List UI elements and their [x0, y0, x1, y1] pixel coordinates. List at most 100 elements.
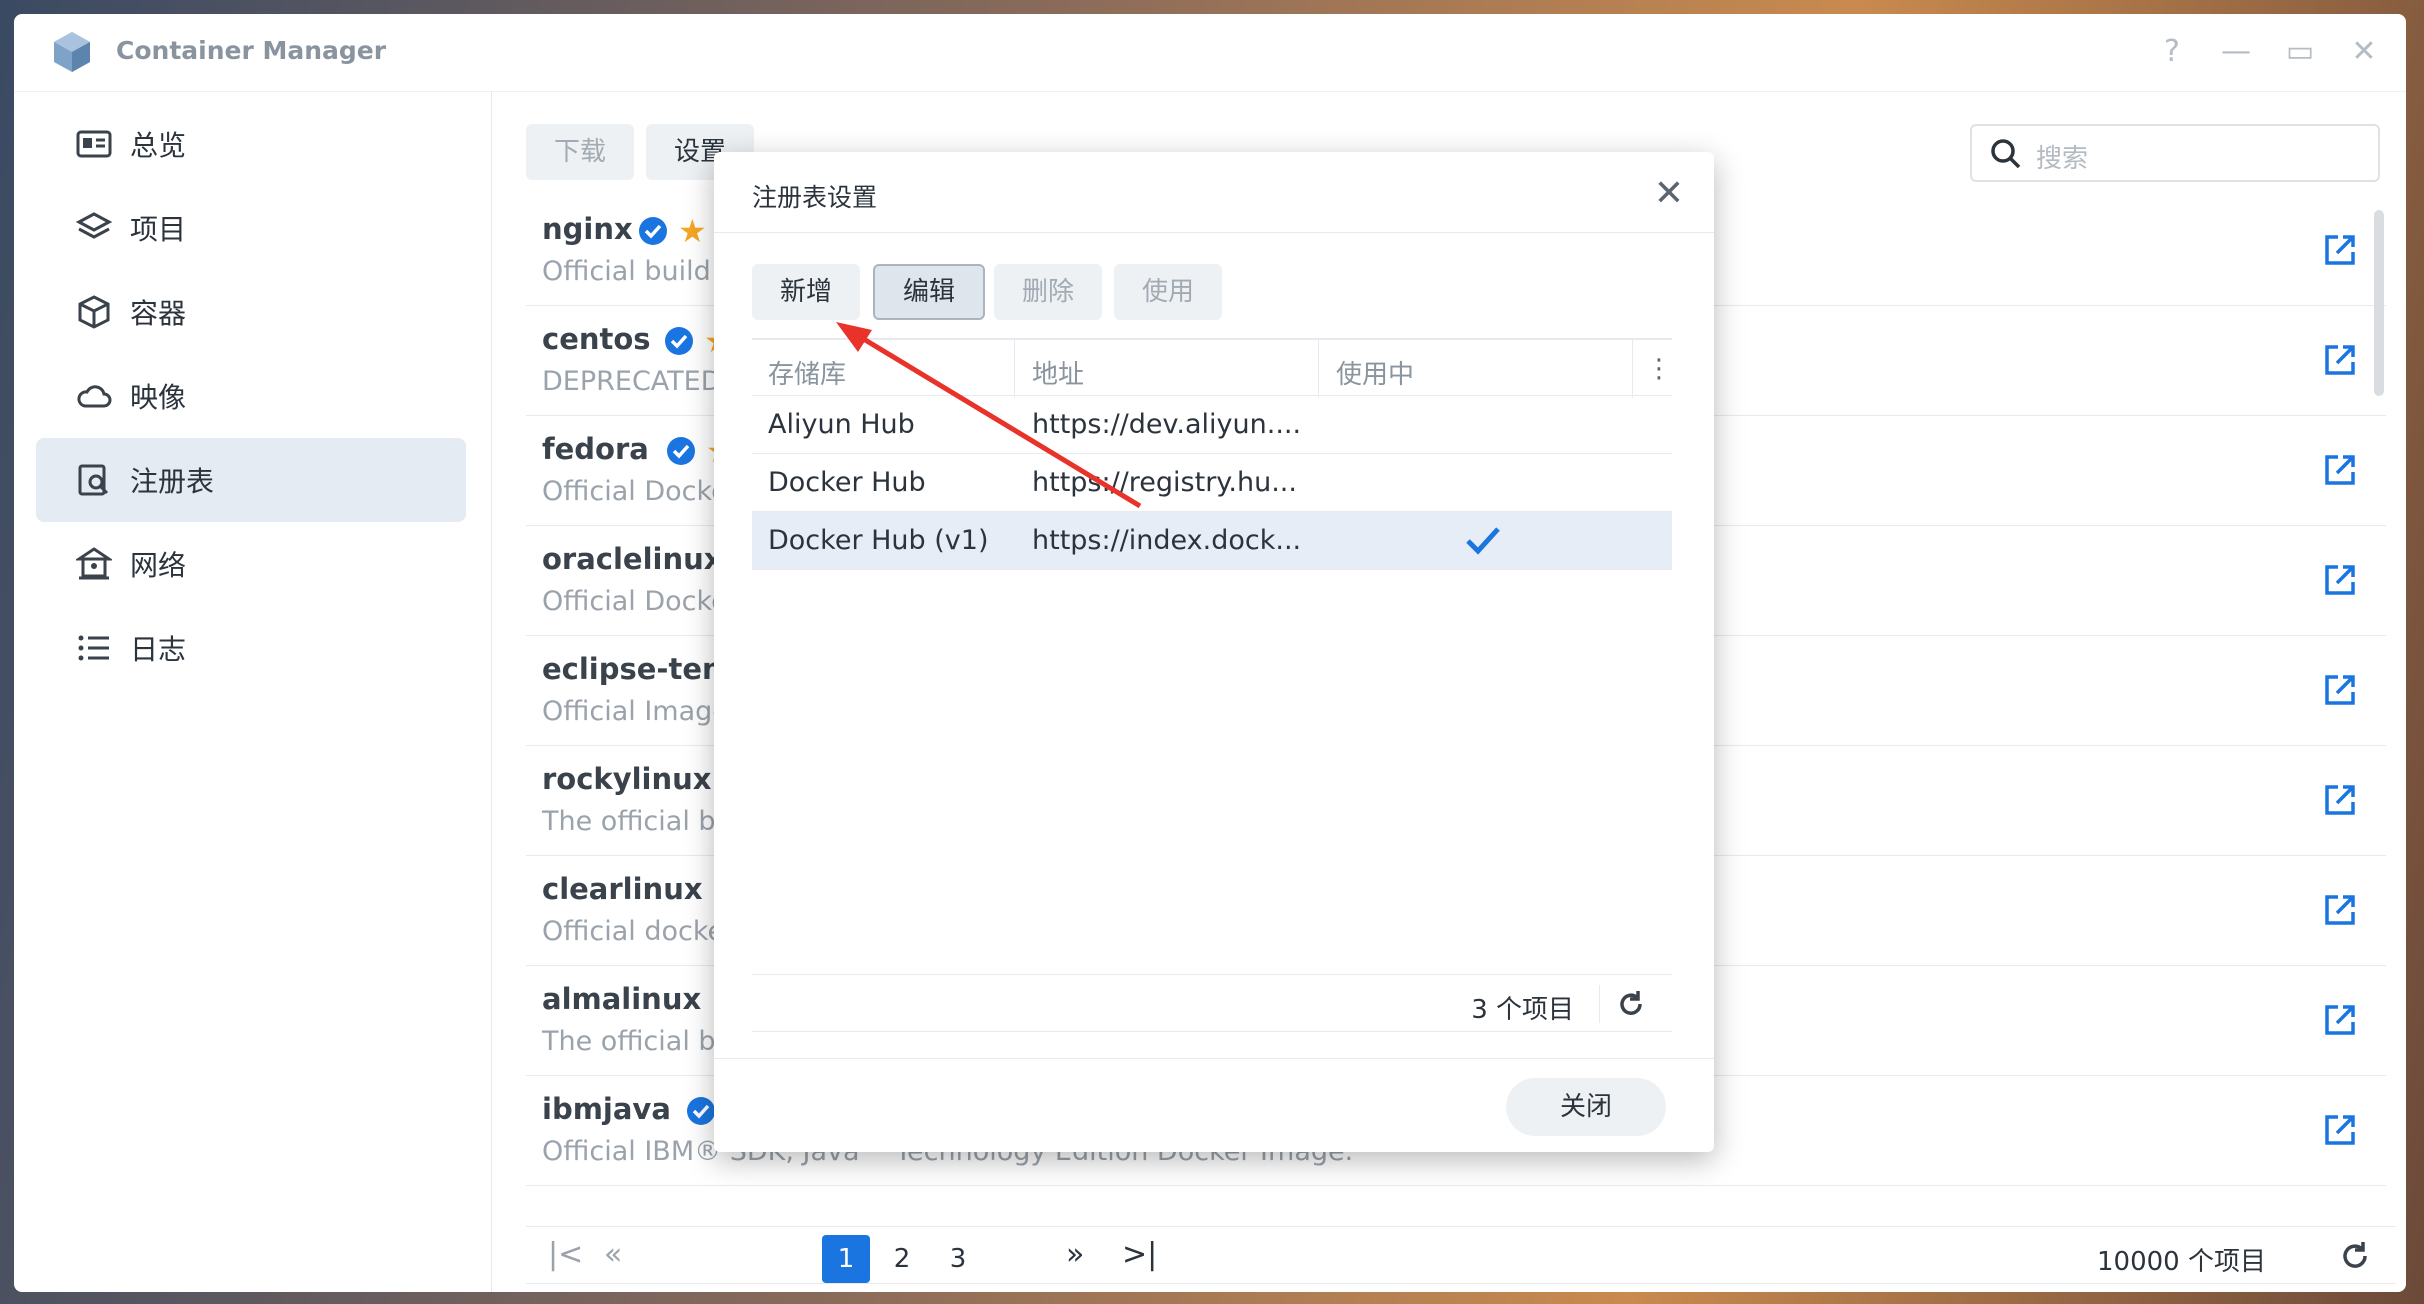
image-name: eclipse-tem [542, 652, 733, 686]
column-repo[interactable]: 存储库 [768, 354, 846, 391]
column-address[interactable]: 地址 [1032, 354, 1084, 391]
external-link-icon[interactable] [2322, 452, 2358, 488]
minimize-icon[interactable]: — [2218, 34, 2254, 70]
image-description: The official b [542, 1026, 716, 1057]
image-name: nginx [542, 212, 633, 246]
external-link-icon[interactable] [2322, 342, 2358, 378]
use-button[interactable]: 使用 [1114, 264, 1223, 320]
image-name: rockylinux [542, 762, 712, 796]
pagination: |< « 1 2 3 » >| 10000 个项目 [526, 1226, 2396, 1284]
external-link-icon[interactable] [2322, 1002, 2358, 1038]
sidebar-item-images[interactable]: 映像 [36, 354, 466, 438]
cloud-icon [77, 385, 112, 408]
search-input[interactable]: 搜索 [1970, 124, 2380, 182]
sidebar-label: 总览 [130, 129, 187, 162]
layers-icon [76, 212, 112, 239]
maximize-icon[interactable]: ▭ [2282, 34, 2318, 70]
external-link-icon[interactable] [2322, 892, 2358, 928]
next-page-icon[interactable]: » [1066, 1237, 1084, 1272]
item-count: 3 个项目 [1471, 995, 1574, 1025]
table-header: 存储库 地址 使用中 ⋮ [752, 338, 1672, 398]
image-name: clearlinux [542, 872, 703, 906]
divider [714, 232, 1714, 233]
image-description: DEPRECATED [542, 366, 722, 397]
delete-button[interactable]: 删除 [994, 264, 1103, 320]
address-cell: https://registry.hu... [1032, 467, 1297, 498]
container-manager-logo-icon [54, 32, 90, 72]
image-name: fedora [542, 432, 649, 466]
sidebar-item-overview[interactable]: 总览 [36, 102, 466, 186]
table-row[interactable]: Docker Hub https://registry.hu... [752, 454, 1672, 512]
sidebar-label: 日志 [130, 633, 187, 666]
column-separator[interactable] [1632, 340, 1633, 398]
image-description: Official build [542, 256, 711, 287]
first-page-icon[interactable]: |< [548, 1237, 583, 1272]
image-name: centos [542, 322, 651, 356]
sidebar-label: 容器 [130, 297, 187, 330]
image-description: Official Docke [542, 476, 728, 507]
last-page-icon[interactable]: >| [1122, 1237, 1157, 1272]
sidebar-item-containers[interactable]: 容器 [36, 270, 466, 354]
refresh-icon[interactable] [1616, 989, 1646, 1019]
image-name: almalinux [542, 982, 702, 1016]
external-link-icon[interactable] [2322, 562, 2358, 598]
sidebar-item-logs[interactable]: 日志 [36, 606, 466, 690]
column-separator[interactable] [1318, 340, 1319, 398]
edit-button[interactable]: 编辑 [873, 264, 986, 320]
search-icon [1991, 139, 2021, 169]
sidebar-label: 注册表 [130, 465, 215, 498]
list-icon [78, 635, 109, 661]
sidebar-item-registry[interactable]: 注册表 [36, 438, 466, 522]
external-link-icon[interactable] [2322, 782, 2358, 818]
cube-icon [78, 295, 110, 329]
sidebar-item-projects[interactable]: 项目 [36, 186, 466, 270]
table-row[interactable]: Docker Hub (v1) https://index.dock... [752, 512, 1672, 570]
overview-icon [76, 130, 112, 158]
image-name: ibmjava [542, 1092, 671, 1126]
address-cell: https://dev.aliyun.... [1032, 409, 1302, 440]
image-description: Official docke [542, 916, 725, 947]
help-icon[interactable]: ? [2154, 34, 2190, 70]
star-icon: ★ [678, 212, 707, 250]
app-title: Container Manager [116, 36, 387, 65]
search-placeholder: 搜索 [2036, 144, 2089, 174]
checkmark-icon [1466, 527, 1500, 555]
image-name: oraclelinux [542, 542, 723, 576]
dialog-title: 注册表设置 [752, 183, 878, 212]
verified-icon [687, 1097, 715, 1125]
external-link-icon[interactable] [2322, 672, 2358, 708]
column-in-use[interactable]: 使用中 [1336, 354, 1414, 391]
sidebar-label: 网络 [130, 549, 187, 582]
image-description: Official Docke [542, 586, 728, 617]
add-button[interactable]: 新增 [752, 264, 861, 320]
close-icon[interactable]: ✕ [1654, 176, 1684, 212]
refresh-icon[interactable] [2338, 1239, 2372, 1273]
title-bar: Container Manager ? — ▭ ✕ [14, 14, 2406, 92]
image-description: The official b [542, 806, 716, 837]
registry-settings-dialog: 注册表设置 ✕ 新增 编辑 删除 使用 存储库 地址 使用中 ⋮ Aliyun … [714, 152, 1714, 1152]
image-description: Official Image [542, 696, 729, 727]
column-separator[interactable] [1014, 340, 1015, 398]
verified-icon [639, 217, 667, 245]
divider [714, 1058, 1714, 1059]
verified-icon [667, 437, 695, 465]
sidebar-item-network[interactable]: 网络 [36, 522, 466, 606]
external-link-icon[interactable] [2322, 232, 2358, 268]
prev-page-icon[interactable]: « [604, 1237, 622, 1272]
close-window-icon[interactable]: ✕ [2346, 34, 2382, 70]
page-3[interactable]: 3 [934, 1235, 982, 1283]
sidebar: 总览 项目 容器 映像 注册表 网络 日志 [14, 92, 492, 1292]
total-count: 10000 个项目 [2097, 1247, 2266, 1277]
more-options-icon[interactable]: ⋮ [1646, 354, 1672, 384]
download-button[interactable]: 下载 [526, 124, 635, 180]
list-scrollbar[interactable] [2374, 210, 2384, 396]
page-1[interactable]: 1 [822, 1235, 870, 1283]
close-button[interactable]: 关闭 [1506, 1078, 1666, 1136]
sidebar-label: 映像 [130, 381, 187, 414]
network-icon [76, 547, 112, 580]
page-2[interactable]: 2 [878, 1235, 926, 1283]
table-row[interactable]: Aliyun Hub https://dev.aliyun.... [752, 396, 1672, 454]
external-link-icon[interactable] [2322, 1112, 2358, 1148]
verified-icon [665, 327, 693, 355]
sidebar-label: 项目 [130, 213, 187, 246]
